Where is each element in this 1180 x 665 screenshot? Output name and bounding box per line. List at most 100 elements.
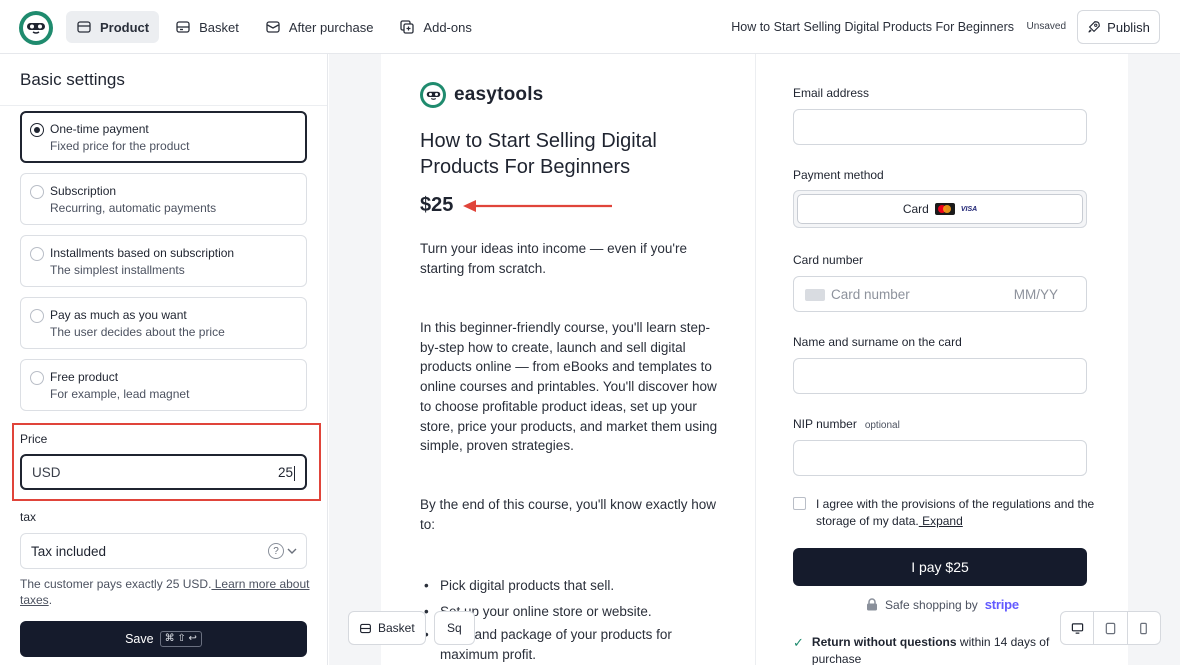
tax-note-text: The customer pays exactly 25 USD. — [20, 577, 212, 591]
save-status: Unsaved — [1026, 21, 1066, 32]
tablet-view-button[interactable] — [1094, 612, 1128, 644]
return-policy-bold: Return without questions — [811, 635, 957, 649]
terms-text: I agree with the provisions of the regul… — [816, 496, 1096, 530]
desktop-view-button[interactable] — [1061, 612, 1095, 644]
tab-add-ons-label: Add-ons — [423, 19, 472, 35]
option-subtitle: For example, lead magnet — [50, 387, 190, 401]
publish-button[interactable]: Publish — [1077, 10, 1160, 44]
option-subtitle: Fixed price for the product — [50, 139, 190, 153]
tablet-icon — [1105, 622, 1116, 634]
tab-product[interactable]: Product — [66, 11, 160, 43]
tax-select[interactable]: Tax included ? — [20, 533, 307, 569]
return-policy-text: Return without questions within 14 days … — [812, 634, 1053, 665]
option-free-product[interactable]: Free product For example, lead magnet — [20, 359, 307, 411]
price-value-wrap: 25 — [278, 465, 295, 481]
pay-button[interactable]: I pay $25 — [793, 548, 1087, 586]
mastercard-icon — [934, 203, 955, 215]
product-title: How to Start Selling Digital Products Fo… — [420, 130, 657, 178]
red-arrow-annotation — [463, 200, 612, 212]
card-number-label: Card number — [793, 253, 864, 267]
save-button[interactable]: Save ⌘ ⇧ ↩ — [20, 621, 307, 657]
card-number-field[interactable]: Card number MM/YY — [793, 276, 1087, 312]
option-subscription[interactable]: Subscription Recurring, automatic paymen… — [20, 173, 307, 225]
floating-sq-button[interactable]: Sq — [434, 611, 475, 645]
payment-method-label: Payment method — [793, 168, 884, 182]
tab-after-purchase[interactable]: After purchase — [255, 11, 384, 43]
card-number-placeholder: Card number — [831, 287, 910, 302]
option-title: Pay as much as you want — [50, 308, 187, 322]
basket-icon — [176, 21, 190, 33]
return-policy: ✓ Return without questions within 14 day… — [793, 634, 1053, 665]
radio-button[interactable] — [30, 247, 44, 261]
email-label: Email address — [793, 86, 870, 100]
intro-paragraph: Turn your ideas into income — even if yo… — [420, 241, 687, 276]
expiry-placeholder[interactable]: MM/YY — [1014, 287, 1058, 302]
mail-icon — [266, 21, 280, 33]
nip-label: NIP number optional — [793, 417, 900, 431]
cardholder-name-field[interactable] — [793, 358, 1087, 394]
option-subtitle: The simplest installments — [50, 263, 185, 277]
description-paragraph: In this beginner-friendly course, you'll… — [420, 320, 718, 454]
keyboard-shortcut: ⌘ ⇧ ↩ — [159, 631, 202, 647]
chevron-down-icon — [287, 548, 297, 554]
divider — [0, 105, 327, 106]
option-title: Free product — [50, 370, 119, 384]
brand: easytools — [420, 82, 543, 108]
tax-selected-value: Tax included — [31, 544, 107, 559]
main-nav: Product Basket After purchase Add-ons — [66, 11, 482, 43]
mobile-view-button[interactable] — [1128, 612, 1160, 644]
radio-button[interactable] — [30, 185, 44, 199]
box-icon — [77, 21, 91, 33]
basket-icon — [360, 623, 371, 633]
device-preview-switcher — [1060, 611, 1161, 645]
price-input[interactable]: USD 25 — [20, 454, 307, 490]
option-one-time-payment[interactable]: One-time payment Fixed price for the pro… — [20, 111, 307, 163]
expand-link[interactable]: Expand — [919, 514, 963, 528]
option-subtitle: Recurring, automatic payments — [50, 201, 217, 215]
nip-field[interactable] — [793, 440, 1087, 476]
mobile-icon — [1140, 622, 1148, 634]
option-subtitle: The user decides about the price — [50, 325, 225, 339]
option-installments[interactable]: Installments based on subscription The s… — [20, 235, 307, 287]
check-icon: ✓ — [793, 635, 804, 650]
payment-option-card[interactable]: Card VISA — [797, 194, 1083, 224]
text-cursor — [294, 465, 295, 481]
option-pay-what-you-want[interactable]: Pay as much as you want The user decides… — [20, 297, 307, 349]
mascot-icon — [27, 23, 45, 34]
radio-button[interactable] — [30, 123, 44, 137]
brand-logo — [420, 82, 446, 108]
safe-shopping: Safe shopping by stripe — [866, 597, 1019, 612]
currency-code: USD — [32, 465, 61, 480]
radio-button[interactable] — [30, 309, 44, 323]
payment-option-label: Card — [902, 202, 929, 216]
nip-label-text: NIP number — [793, 417, 857, 431]
mascot-icon — [426, 91, 440, 100]
outcome-paragraph: By the end of this course, you'll know e… — [420, 497, 716, 532]
app-logo[interactable] — [19, 11, 53, 45]
tab-basket[interactable]: Basket — [165, 11, 249, 43]
desktop-icon — [1071, 622, 1083, 634]
safe-shopping-text: Safe shopping by — [885, 597, 978, 612]
tax-label: tax — [20, 510, 37, 524]
payment-method-selector: Card VISA — [793, 190, 1087, 228]
price-value: 25 — [277, 465, 293, 480]
option-title: Subscription — [50, 184, 117, 198]
top-bar: Product Basket After purchase Add-ons Ho… — [0, 0, 1180, 54]
tab-add-ons[interactable]: Add-ons — [389, 11, 481, 43]
email-field[interactable] — [793, 109, 1087, 145]
cardholder-name-label: Name and surname on the card — [793, 335, 962, 349]
publish-label: Publish — [1107, 19, 1150, 35]
visa-icon: VISA — [960, 205, 978, 213]
radio-button[interactable] — [30, 371, 44, 385]
floating-basket-label: Basket — [378, 621, 415, 635]
settings-panel: Basic settings One-time payment Fixed pr… — [0, 54, 328, 665]
terms-checkbox[interactable] — [793, 497, 806, 510]
option-title: One-time payment — [50, 122, 149, 136]
addons-icon — [400, 20, 415, 34]
help-icon[interactable]: ? — [268, 543, 284, 559]
floating-basket-button[interactable]: Basket — [348, 611, 426, 645]
lock-icon — [867, 598, 877, 611]
list-item: Pick digital products that sell. — [420, 573, 720, 599]
tab-after-purchase-label: After purchase — [288, 19, 374, 35]
tax-note: The customer pays exactly 25 USD. Learn … — [20, 576, 310, 608]
